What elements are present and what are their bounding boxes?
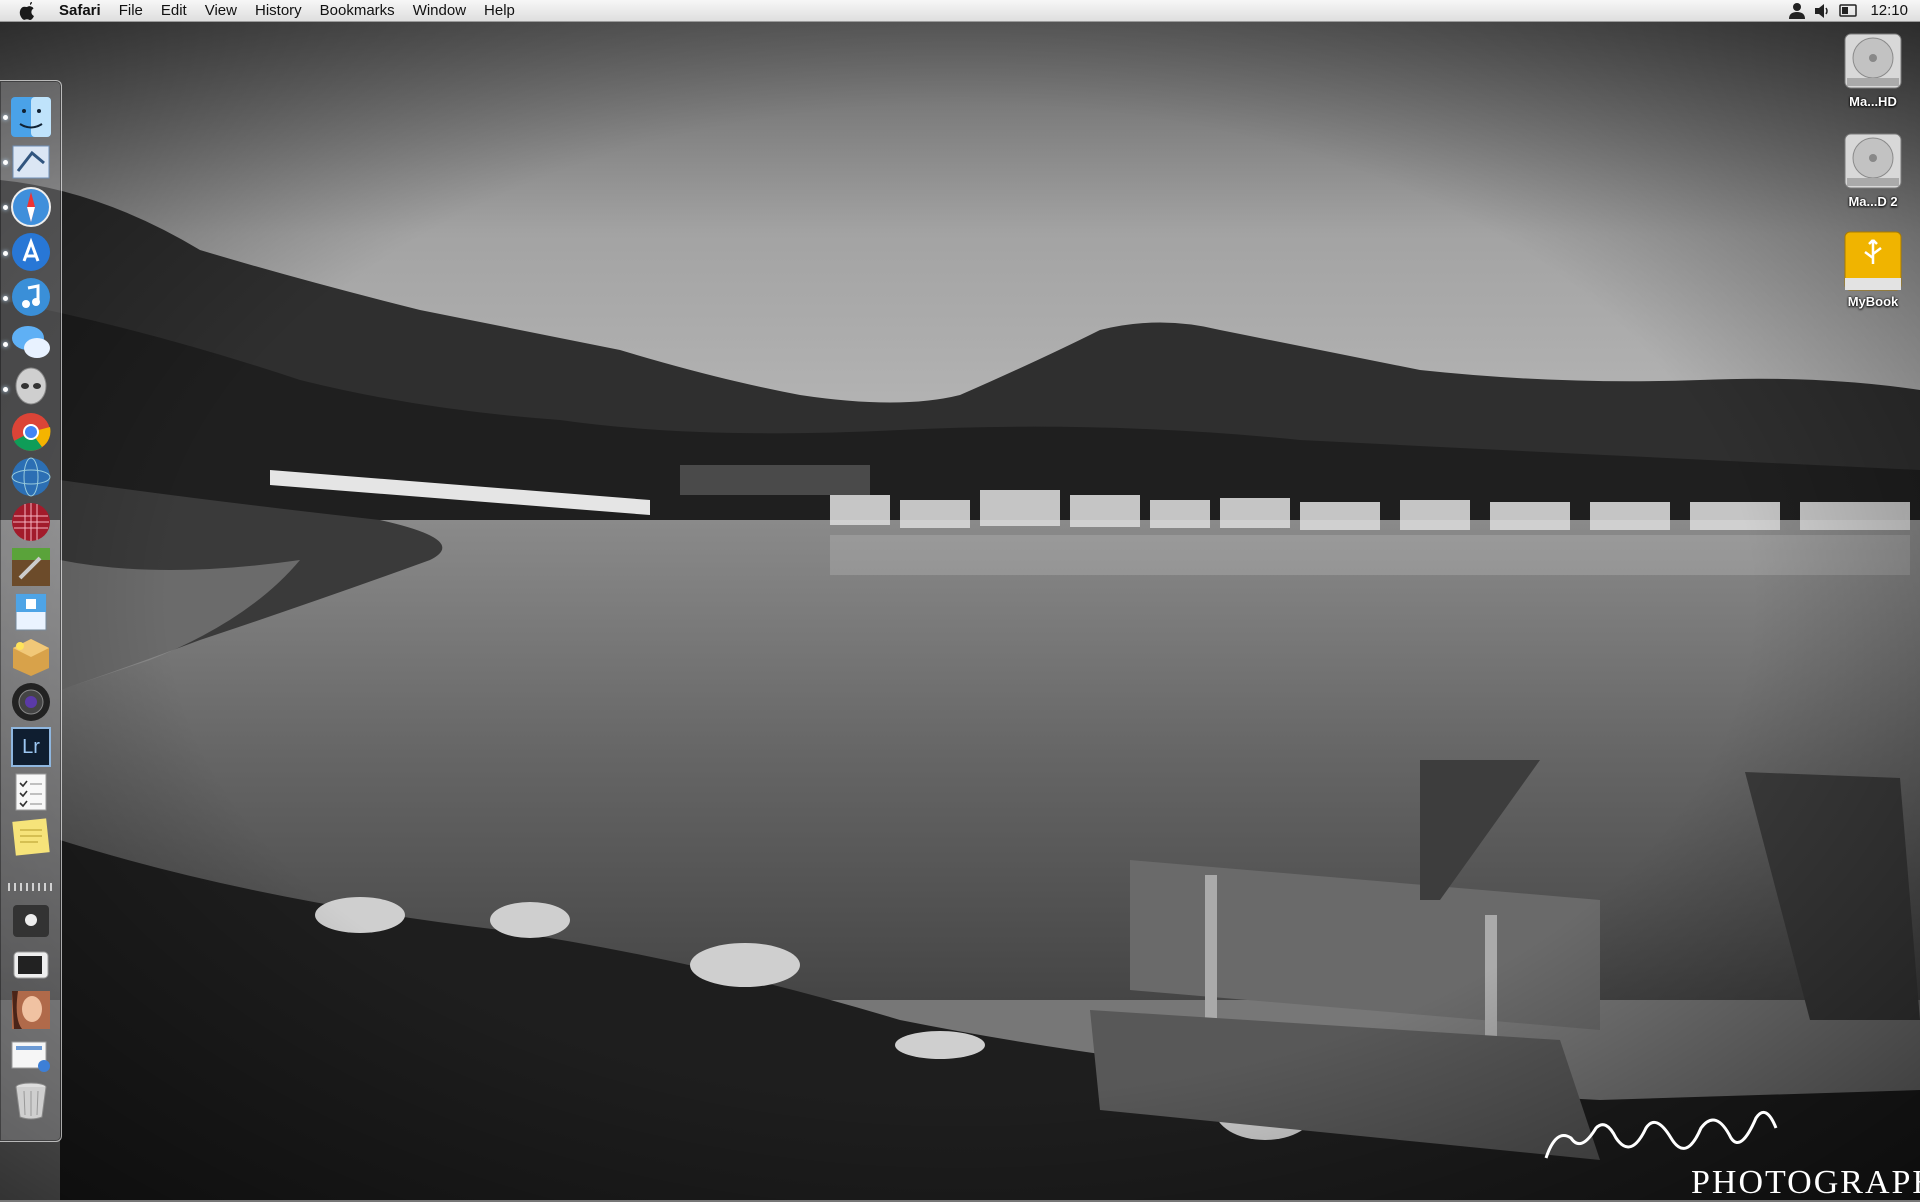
chrome-icon[interactable] bbox=[10, 411, 52, 453]
menu-view[interactable]: View bbox=[196, 0, 246, 22]
dock: Lr bbox=[0, 80, 62, 1142]
volume-icon[interactable] bbox=[1812, 0, 1834, 22]
mail-icon[interactable] bbox=[10, 141, 52, 183]
desktop-icon-label: MyBook bbox=[1847, 294, 1899, 309]
running-indicator bbox=[3, 115, 8, 120]
running-indicator bbox=[3, 205, 8, 210]
book-app-icon[interactable] bbox=[10, 591, 52, 633]
portrait-icon[interactable] bbox=[10, 989, 52, 1031]
menu-extras: 12:10 bbox=[1784, 0, 1920, 22]
grid-app-icon[interactable] bbox=[10, 501, 52, 543]
running-indicator bbox=[3, 342, 8, 347]
menu-edit[interactable]: Edit bbox=[152, 0, 196, 22]
menu-help[interactable]: Help bbox=[475, 0, 524, 22]
menu-clock[interactable]: 12:10 bbox=[1862, 2, 1920, 19]
globe-app-icon[interactable] bbox=[10, 456, 52, 498]
dock-separator bbox=[8, 883, 54, 891]
desktop-icon-label: Ma...D 2 bbox=[1848, 194, 1898, 209]
desktop-icon-label: Ma...HD bbox=[1849, 94, 1897, 109]
app-store-icon[interactable] bbox=[10, 231, 52, 273]
document-stack-icon[interactable] bbox=[10, 1034, 52, 1076]
hard-drive-icon bbox=[1841, 128, 1905, 192]
menu-window[interactable]: Window bbox=[404, 0, 475, 22]
camera-lens-icon[interactable] bbox=[10, 681, 52, 723]
menu-file[interactable]: File bbox=[110, 0, 152, 22]
photographer-watermark: PHOTOGRAPH bbox=[1536, 1098, 1920, 1201]
signature-logo bbox=[1544, 1110, 1778, 1159]
safari-icon[interactable] bbox=[10, 186, 52, 228]
phone-icon[interactable] bbox=[10, 944, 52, 986]
itunes-icon[interactable] bbox=[10, 276, 52, 318]
messages-icon[interactable] bbox=[10, 321, 52, 363]
apple-folder-icon[interactable] bbox=[10, 899, 52, 941]
checklist-icon[interactable] bbox=[10, 771, 52, 813]
alien-app-icon[interactable] bbox=[10, 366, 52, 408]
apple-menu-icon[interactable] bbox=[16, 0, 38, 22]
desktop-icon-mybook[interactable]: MyBook bbox=[1838, 228, 1908, 309]
running-indicator bbox=[3, 296, 8, 301]
battery-icon[interactable] bbox=[1838, 0, 1860, 22]
desktop-wallpaper bbox=[0, 0, 1920, 1200]
desktop-icon-hd2[interactable]: Ma...D 2 bbox=[1838, 128, 1908, 209]
usb-drive-icon bbox=[1841, 228, 1905, 292]
menu-app-name[interactable]: Safari bbox=[50, 0, 110, 22]
menu-bar: Safari File Edit View History Bookmarks … bbox=[0, 0, 1920, 22]
minecraft-icon[interactable] bbox=[10, 546, 52, 588]
running-indicator bbox=[3, 251, 8, 256]
lightroom-label: Lr bbox=[22, 736, 40, 758]
lightroom-icon[interactable]: Lr bbox=[10, 726, 52, 768]
trash-icon[interactable] bbox=[10, 1079, 52, 1121]
hard-drive-icon bbox=[1841, 28, 1905, 92]
desktop-icon-hd1[interactable]: Ma...HD bbox=[1838, 28, 1908, 109]
finder-icon[interactable] bbox=[10, 96, 52, 138]
menu-bookmarks[interactable]: Bookmarks bbox=[311, 0, 404, 22]
user-icon[interactable] bbox=[1786, 0, 1808, 22]
box-app-icon[interactable] bbox=[10, 636, 52, 678]
watermark-text: PHOTOGRAPH bbox=[1691, 1164, 1920, 1201]
menu-history[interactable]: History bbox=[246, 0, 311, 22]
running-indicator bbox=[3, 160, 8, 165]
running-indicator bbox=[3, 387, 8, 392]
sticky-note-icon[interactable] bbox=[10, 816, 52, 858]
